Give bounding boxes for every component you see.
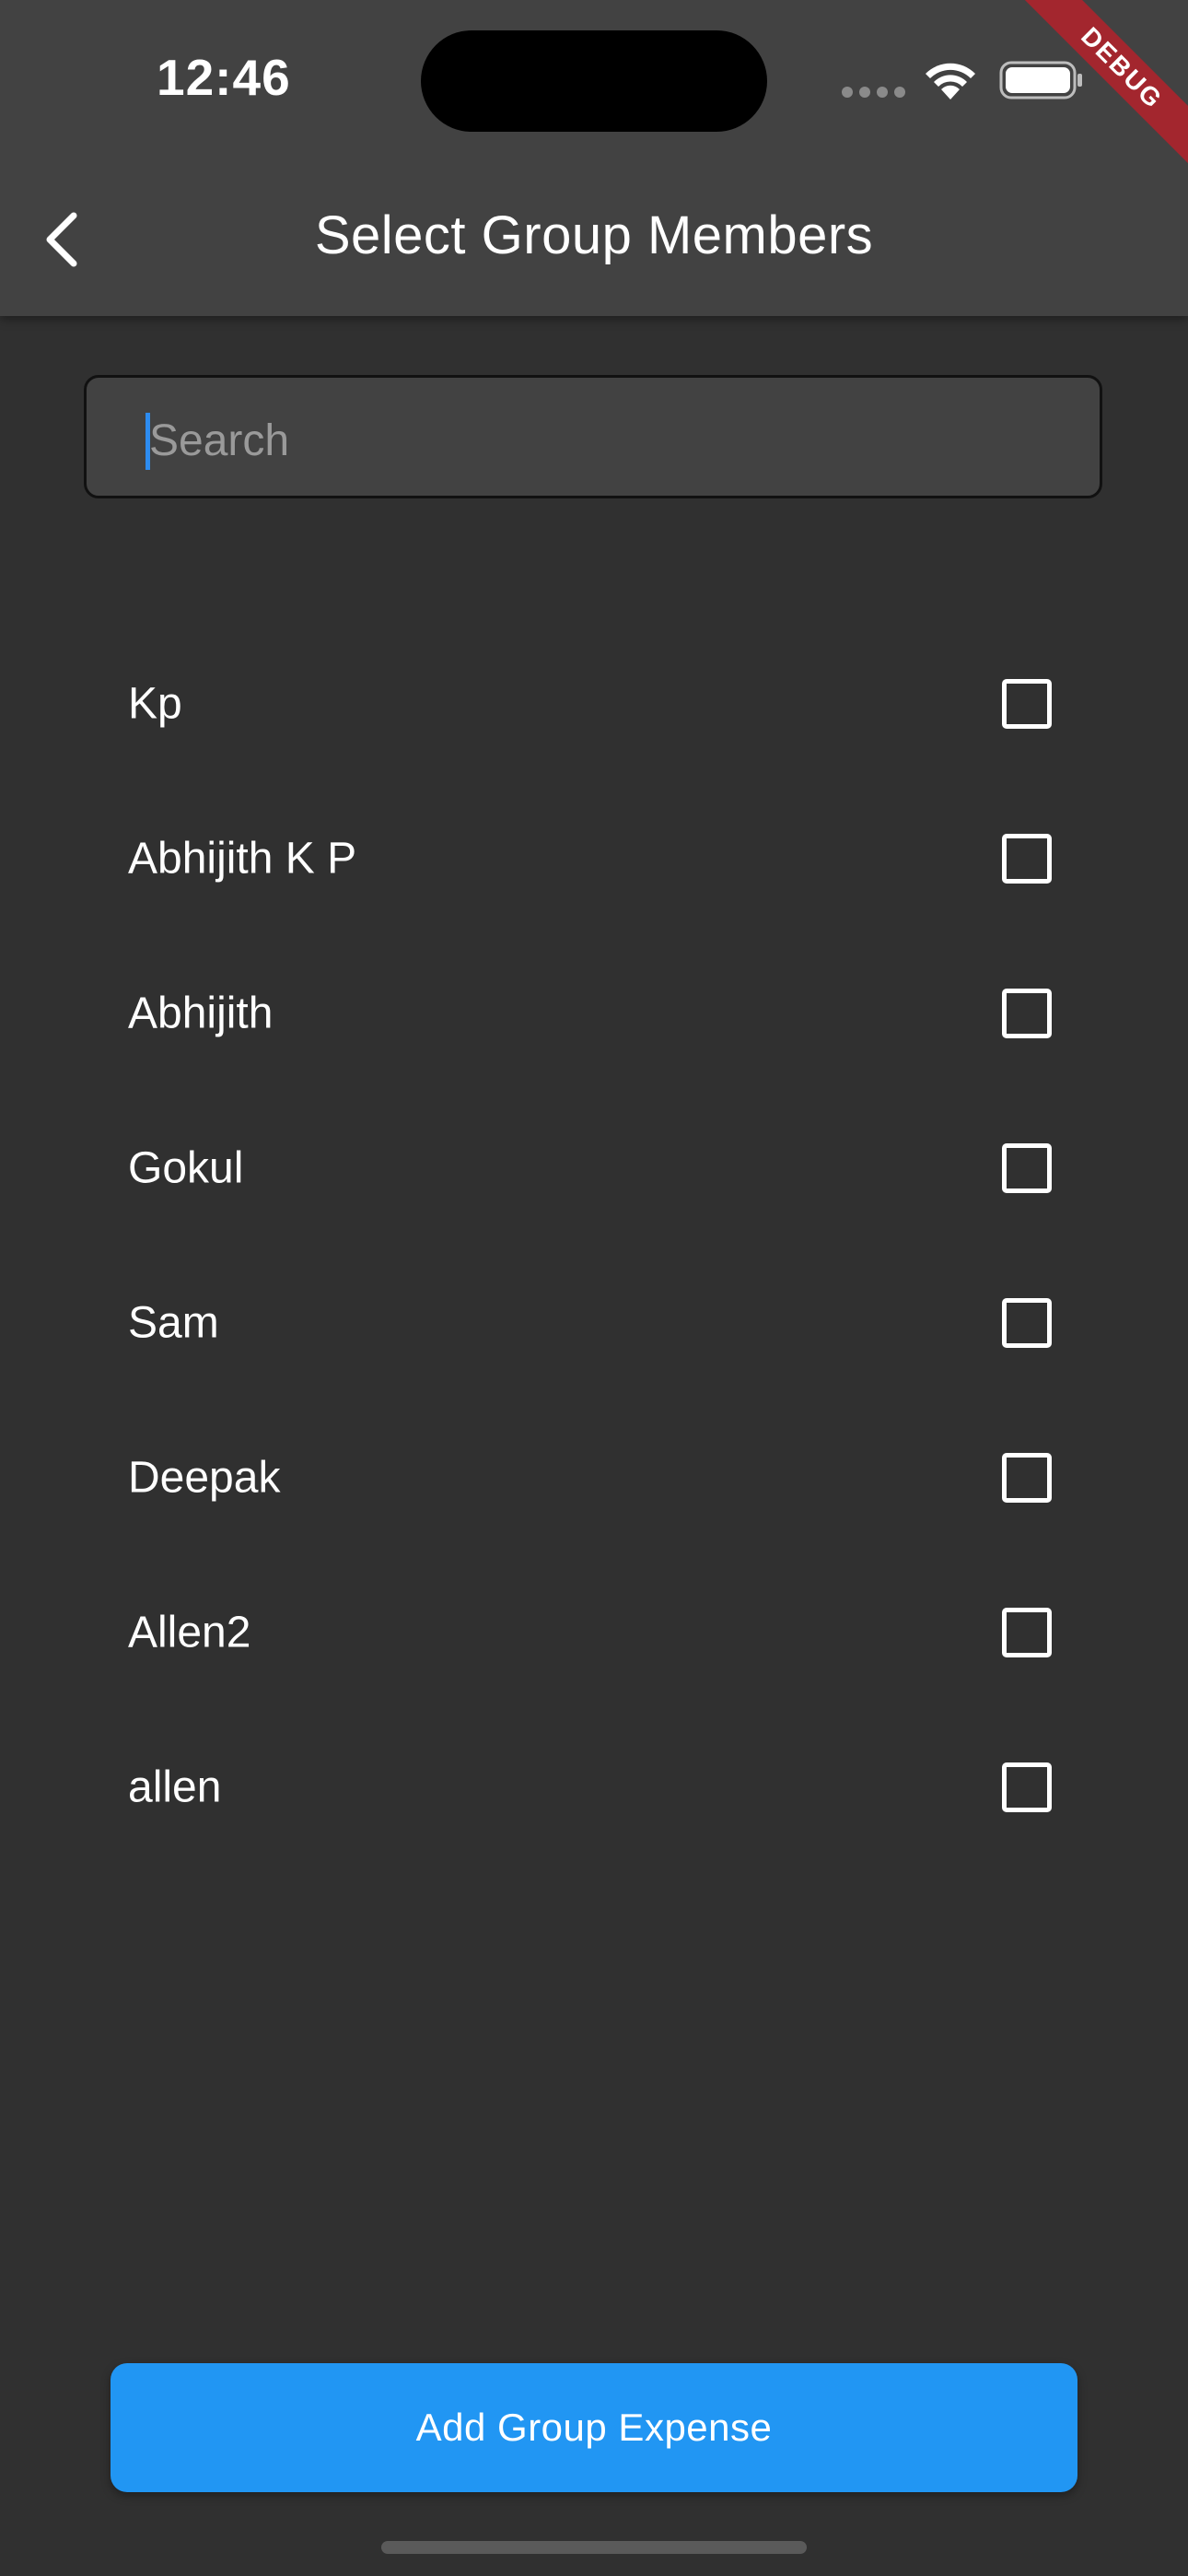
- member-checkbox[interactable]: [1002, 834, 1052, 884]
- member-checkbox[interactable]: [1002, 989, 1052, 1038]
- wifi-icon: [926, 63, 975, 100]
- member-name: allen: [128, 1762, 222, 1812]
- member-row[interactable]: Abhijith K P: [0, 781, 1188, 936]
- member-row[interactable]: Sam: [0, 1246, 1188, 1400]
- member-name: Sam: [128, 1298, 219, 1348]
- search-input[interactable]: Search: [84, 375, 1102, 498]
- member-name: Kp: [128, 679, 182, 729]
- member-row[interactable]: Deepak: [0, 1400, 1188, 1555]
- member-row[interactable]: Kp: [0, 626, 1188, 781]
- member-checkbox[interactable]: [1002, 1453, 1052, 1503]
- member-checkbox[interactable]: [1002, 1143, 1052, 1193]
- member-name: Allen2: [128, 1608, 251, 1657]
- cellular-signal-icon: [842, 87, 906, 98]
- member-checkbox[interactable]: [1002, 679, 1052, 729]
- member-row[interactable]: Gokul: [0, 1091, 1188, 1246]
- member-checkbox[interactable]: [1002, 1298, 1052, 1348]
- status-time: 12:46: [157, 49, 291, 106]
- dynamic-island: [421, 30, 767, 132]
- debug-ribbon: DEBUG: [1004, 0, 1188, 184]
- member-name: Abhijith K P: [128, 834, 357, 884]
- member-name: Gokul: [128, 1143, 244, 1193]
- member-name: Deepak: [128, 1453, 281, 1503]
- screen: 12:46 Select Group Members DEBUG Search …: [0, 0, 1188, 2576]
- search-placeholder: Search: [149, 416, 290, 465]
- member-row[interactable]: allen: [0, 1710, 1188, 1865]
- member-row[interactable]: Abhijith: [0, 936, 1188, 1091]
- member-name: Abhijith: [128, 989, 274, 1038]
- member-checkbox[interactable]: [1002, 1762, 1052, 1812]
- member-checkbox[interactable]: [1002, 1608, 1052, 1657]
- debug-label: DEBUG: [1009, 0, 1188, 181]
- member-row[interactable]: Allen2: [0, 1555, 1188, 1710]
- member-list: Kp Abhijith K P Abhijith Gokul Sam Deepa…: [0, 626, 1188, 1865]
- add-group-expense-button[interactable]: Add Group Expense: [111, 2363, 1077, 2492]
- page-title: Select Group Members: [314, 205, 874, 265]
- home-indicator[interactable]: [381, 2541, 807, 2554]
